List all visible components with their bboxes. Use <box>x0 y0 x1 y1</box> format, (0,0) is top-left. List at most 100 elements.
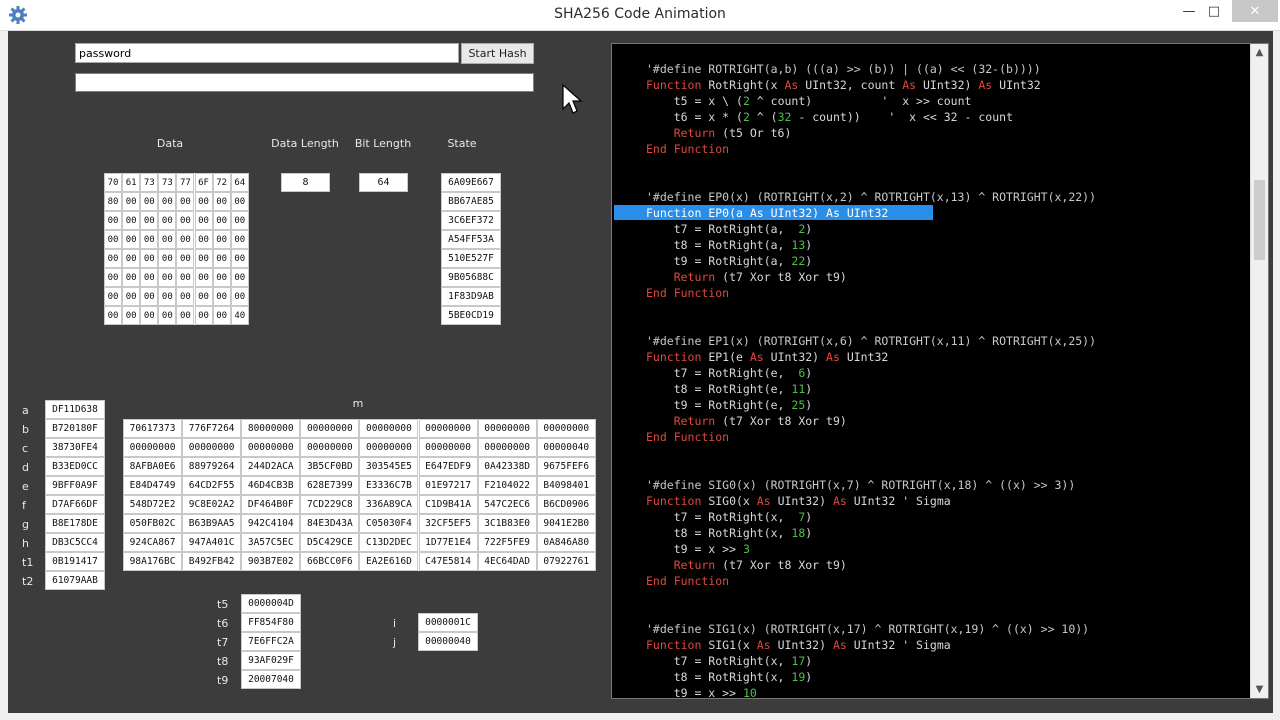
data-byte-cell[interactable]: 00 <box>194 287 213 306</box>
data-byte-cell[interactable]: 00 <box>122 287 141 306</box>
data-byte-cell[interactable]: 00 <box>140 306 159 325</box>
m-word-cell[interactable]: C05030F4 <box>359 514 419 533</box>
m-word-cell[interactable]: B4098401 <box>536 476 596 495</box>
scroll-down-arrow-icon[interactable]: ▼ <box>1251 681 1268 698</box>
data-byte-cell[interactable]: 64 <box>230 173 249 192</box>
hash-output-field[interactable] <box>75 73 534 92</box>
state-cell[interactable]: A54FF53A <box>441 230 501 249</box>
data-byte-cell[interactable]: 00 <box>212 287 231 306</box>
data-byte-cell[interactable]: 70 <box>104 173 123 192</box>
data-byte-cell[interactable]: 00 <box>140 230 159 249</box>
data-byte-cell[interactable]: 00 <box>194 268 213 287</box>
m-word-cell[interactable]: 947A401C <box>182 533 242 552</box>
register-value[interactable]: B720180F <box>45 419 105 438</box>
register-value[interactable]: B33ED0CC <box>45 457 105 476</box>
data-byte-cell[interactable]: 73 <box>140 173 159 192</box>
data-byte-cell[interactable]: 00 <box>212 268 231 287</box>
data-byte-cell[interactable]: 00 <box>230 287 249 306</box>
data-byte-cell[interactable]: 00 <box>104 268 123 287</box>
m-word-cell[interactable]: 4EC64DAD <box>477 552 537 571</box>
data-byte-cell[interactable]: 00 <box>104 230 123 249</box>
m-word-cell[interactable]: 98A176BC <box>123 552 183 571</box>
m-word-cell[interactable]: F2104022 <box>477 476 537 495</box>
state-cell[interactable]: 6A09E667 <box>441 173 501 192</box>
m-word-cell[interactable]: 00000000 <box>359 438 419 457</box>
m-word-cell[interactable]: 050FB02C <box>123 514 183 533</box>
data-byte-cell[interactable]: 00 <box>140 192 159 211</box>
m-word-cell[interactable]: DF464B0F <box>241 495 301 514</box>
data-byte-cell[interactable]: 00 <box>104 249 123 268</box>
data-byte-cell[interactable]: 00 <box>194 192 213 211</box>
data-byte-cell[interactable]: 00 <box>104 211 123 230</box>
m-word-cell[interactable]: E647EDF9 <box>418 457 478 476</box>
data-byte-cell[interactable]: 00 <box>230 230 249 249</box>
data-byte-cell[interactable]: 00 <box>212 249 231 268</box>
m-word-cell[interactable]: 9041E2B0 <box>536 514 596 533</box>
m-word-cell[interactable]: 32CF5EF5 <box>418 514 478 533</box>
data-byte-cell[interactable]: 00 <box>104 306 123 325</box>
temp-value[interactable]: FF854F80 <box>241 613 301 632</box>
data-byte-cell[interactable]: 00 <box>140 287 159 306</box>
data-byte-cell[interactable]: 00 <box>230 192 249 211</box>
data-byte-cell[interactable]: 00 <box>122 211 141 230</box>
data-byte-cell[interactable]: 00 <box>122 268 141 287</box>
register-value[interactable]: 61079AAB <box>45 571 105 590</box>
data-byte-cell[interactable]: 00 <box>122 192 141 211</box>
start-hash-button[interactable]: Start Hash <box>461 43 534 64</box>
m-word-cell[interactable]: 00000000 <box>477 438 537 457</box>
m-word-cell[interactable]: 3C1B83E0 <box>477 514 537 533</box>
data-byte-cell[interactable]: 00 <box>176 192 195 211</box>
m-word-cell[interactable]: 0A42338D <box>477 457 537 476</box>
register-value[interactable]: D7AF66DF <box>45 495 105 514</box>
register-value[interactable]: 38730FE4 <box>45 438 105 457</box>
close-button[interactable]: ✕ <box>1232 0 1278 22</box>
m-word-cell[interactable]: B63B9AA5 <box>182 514 242 533</box>
temp-value[interactable]: 0000004D <box>241 594 301 613</box>
m-word-cell[interactable]: B6CD0906 <box>536 495 596 514</box>
m-word-cell[interactable]: 9C8E02A2 <box>182 495 242 514</box>
m-word-cell[interactable]: 88979264 <box>182 457 242 476</box>
data-byte-cell[interactable]: 73 <box>158 173 177 192</box>
m-word-cell[interactable]: 903B7E02 <box>241 552 301 571</box>
m-word-cell[interactable]: 0A846A80 <box>536 533 596 552</box>
m-word-cell[interactable]: 628E7399 <box>300 476 360 495</box>
scroll-up-arrow-icon[interactable]: ▲ <box>1251 44 1268 61</box>
m-word-cell[interactable]: 01E97217 <box>418 476 478 495</box>
data-byte-cell[interactable]: 61 <box>122 173 141 192</box>
register-value[interactable]: DF11D638 <box>45 400 105 419</box>
data-byte-cell[interactable]: 00 <box>176 287 195 306</box>
register-value[interactable]: B8E178DE <box>45 514 105 533</box>
state-cell[interactable]: 5BE0CD19 <box>441 306 501 325</box>
data-byte-cell[interactable]: 40 <box>230 306 249 325</box>
m-word-cell[interactable]: 70617373 <box>123 419 183 438</box>
data-byte-cell[interactable]: 00 <box>176 306 195 325</box>
data-byte-cell[interactable]: 72 <box>212 173 231 192</box>
m-word-cell[interactable]: 7CD229C8 <box>300 495 360 514</box>
state-cell[interactable]: 510E527F <box>441 249 501 268</box>
m-word-cell[interactable]: 00000000 <box>418 419 478 438</box>
m-word-cell[interactable]: 00000000 <box>182 438 242 457</box>
data-byte-cell[interactable]: 00 <box>194 306 213 325</box>
m-word-cell[interactable]: 00000000 <box>241 438 301 457</box>
m-word-cell[interactable]: 00000000 <box>300 438 360 457</box>
data-byte-cell[interactable]: 00 <box>158 249 177 268</box>
m-word-cell[interactable]: EA2E616D <box>359 552 419 571</box>
data-byte-cell[interactable]: 00 <box>158 268 177 287</box>
data-byte-cell[interactable]: 00 <box>104 287 123 306</box>
data-byte-cell[interactable]: 00 <box>176 249 195 268</box>
m-word-cell[interactable]: 548D72E2 <box>123 495 183 514</box>
m-word-cell[interactable]: 00000000 <box>418 438 478 457</box>
data-byte-cell[interactable]: 80 <box>104 192 123 211</box>
m-word-cell[interactable]: E3336C7B <box>359 476 419 495</box>
data-byte-cell[interactable]: 00 <box>194 211 213 230</box>
counter-value[interactable]: 00000040 <box>418 632 478 651</box>
m-word-cell[interactable]: 3B5CF0BD <box>300 457 360 476</box>
m-word-cell[interactable]: 942C4104 <box>241 514 301 533</box>
m-word-cell[interactable]: 80000000 <box>241 419 301 438</box>
m-word-cell[interactable]: 3A57C5EC <box>241 533 301 552</box>
m-word-cell[interactable]: 924CA867 <box>123 533 183 552</box>
code-view[interactable]: '#define ROTRIGHT(a,b) (((a) >> (b)) | (… <box>611 43 1269 699</box>
data-byte-cell[interactable]: 00 <box>230 268 249 287</box>
m-word-cell[interactable]: 776F7264 <box>182 419 242 438</box>
state-cell[interactable]: 3C6EF372 <box>441 211 501 230</box>
